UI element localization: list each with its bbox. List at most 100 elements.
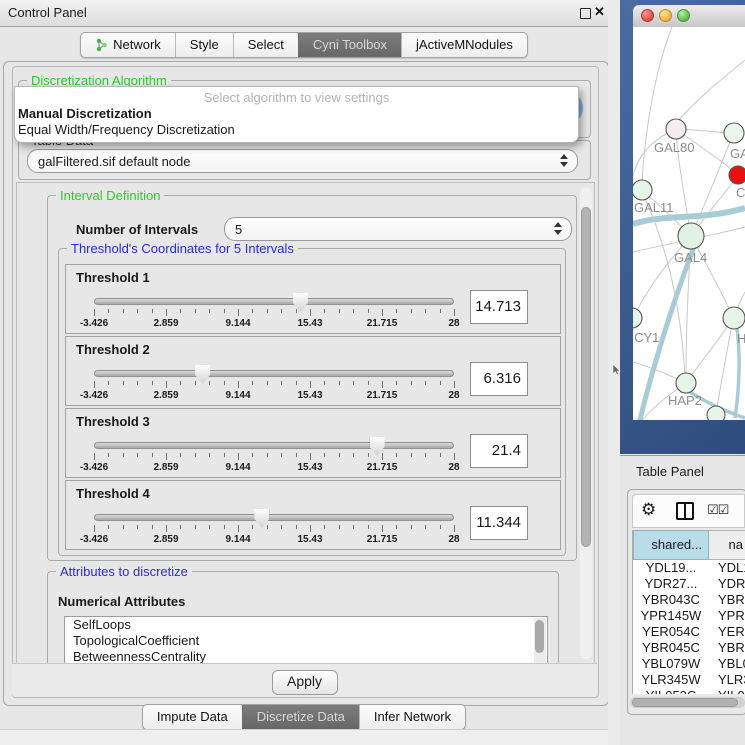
slider-track[interactable] — [94, 442, 454, 449]
attribute-list-item[interactable]: TopologicalCoefficient — [65, 633, 547, 649]
settings-scrollbar-thumb[interactable] — [581, 207, 591, 547]
gear-icon[interactable]: ⚙ — [641, 500, 656, 520]
tab-network[interactable]: Network — [81, 33, 175, 57]
cell-shared-name[interactable]: YDL19... — [633, 560, 709, 576]
float-window-icon[interactable] — [580, 8, 591, 19]
cell-shared-name[interactable]: YLR345W — [633, 672, 709, 688]
close-icon[interactable]: ✕ — [594, 4, 605, 20]
tab-cyni-toolbox[interactable]: Cyni Toolbox — [298, 33, 401, 57]
tab-impute-data[interactable]: Impute Data — [143, 705, 242, 729]
slider-ticks — [94, 381, 454, 389]
node-partial-h[interactable] — [723, 307, 745, 329]
threshold-value-field[interactable]: 6.316 — [470, 362, 528, 396]
cell-shared-name[interactable]: YBR045C — [633, 640, 709, 656]
table-row[interactable]: YDL19...YDL1 — [633, 560, 745, 576]
algorithm-option-equal-width[interactable]: Equal Width/Frequency Discretization — [15, 121, 578, 137]
tab-select[interactable]: Select — [233, 33, 298, 57]
cell-name[interactable]: YPR1 — [709, 608, 745, 624]
cell-shared-name[interactable]: YPR145W — [633, 608, 709, 624]
cell-shared-name[interactable]: YIL052C — [633, 688, 709, 694]
cell-shared-name[interactable]: YBL079W — [633, 656, 709, 672]
cell-name[interactable]: YBR0 — [709, 640, 745, 656]
cell-name[interactable]: YBL0 — [709, 656, 745, 672]
cell-shared-name[interactable]: YBR043C — [633, 592, 709, 608]
tick-mark — [339, 309, 340, 313]
algorithm-option-manual[interactable]: Manual Discretization — [15, 105, 578, 121]
select-columns-checkboxes-icon[interactable]: ☑☑ — [707, 503, 728, 518]
tab-infer-network[interactable]: Infer Network — [359, 705, 465, 729]
node-partial-right-top[interactable] — [724, 123, 744, 143]
columns-icon[interactable] — [676, 502, 694, 520]
node-red-selected[interactable] — [729, 166, 745, 184]
table-row[interactable]: YBR043CYBR0 — [633, 592, 745, 608]
column-header-name[interactable]: na — [709, 530, 745, 560]
node-gal11[interactable] — [633, 180, 652, 200]
node-label-gal11: GAL11 — [634, 200, 674, 215]
table-hscrollbar[interactable] — [630, 697, 745, 708]
node-label-partial-ga: GA — [730, 146, 745, 161]
node-gal4[interactable] — [678, 223, 704, 249]
threshold-value-field[interactable]: 21.4 — [470, 434, 528, 468]
table-row[interactable]: YIL052CYIL0 — [633, 688, 745, 694]
table-hscrollbar-thumb[interactable] — [632, 698, 738, 707]
list-scrollbar-thumb[interactable] — [535, 620, 544, 653]
threshold-slider[interactable]: -3.4262.8599.14415.4321.71528 — [94, 292, 454, 332]
threshold-slider[interactable]: -3.4262.8599.14415.4321.71528 — [94, 436, 454, 476]
tick-mark — [353, 525, 354, 529]
cell-name[interactable]: YIL0 — [709, 688, 745, 694]
table-row[interactable]: YBL079WYBL0 — [633, 656, 745, 672]
table-data-combobox[interactable]: galFiltered.sif default node — [27, 149, 578, 173]
tab-discretize-data[interactable]: Discretize Data — [242, 705, 359, 729]
node-partial-bottom[interactable] — [707, 406, 725, 420]
tick-mark — [94, 525, 95, 532]
close-traffic-light-icon[interactable] — [641, 9, 654, 22]
cell-name[interactable]: YER0 — [709, 624, 745, 640]
tick-mark — [152, 453, 153, 457]
cell-name[interactable]: YDR2 — [709, 576, 745, 592]
tick-mark — [454, 453, 455, 460]
threshold-value-field[interactable]: 14.713 — [470, 290, 528, 324]
node-gcy1[interactable] — [633, 308, 642, 328]
node-hap2[interactable] — [676, 373, 696, 393]
tick-label: -3.426 — [80, 390, 108, 401]
network-canvas[interactable]: GAL80 GA C GAL11 GAL4 GCY1 H HAP2 — [633, 27, 745, 420]
table-row[interactable]: YBR045CYBR0 — [633, 640, 745, 656]
attribute-list[interactable]: SelfLoopsTopologicalCoefficientBetweenne… — [64, 616, 548, 666]
table-row[interactable]: YER054CYER0 — [633, 624, 745, 640]
settings-scrollbar[interactable] — [580, 187, 592, 659]
zoom-traffic-light-icon[interactable] — [677, 9, 690, 22]
slider-track[interactable] — [94, 370, 454, 377]
threshold-value-field[interactable]: 11.344 — [470, 506, 528, 540]
cell-name[interactable]: YLR3 — [709, 672, 745, 688]
number-of-intervals-combobox[interactable]: 5 — [224, 217, 572, 241]
slider-track[interactable] — [94, 298, 454, 305]
minimize-traffic-light-icon[interactable] — [659, 9, 672, 22]
tick-mark — [454, 381, 455, 388]
tick-mark — [296, 525, 297, 529]
cell-shared-name[interactable]: YER054C — [633, 624, 709, 640]
list-scrollbar[interactable] — [534, 618, 546, 666]
tick-mark — [166, 453, 167, 460]
window-title: Control Panel — [8, 5, 87, 20]
threshold-slider[interactable]: -3.4262.8599.14415.4321.71528 — [94, 508, 454, 548]
tick-mark — [411, 525, 412, 529]
column-header-shared-name[interactable]: shared... — [633, 530, 709, 560]
table-row[interactable]: YLR345WYLR3 — [633, 672, 745, 688]
attribute-list-item[interactable]: SelfLoops — [65, 617, 547, 633]
tab-jactivemnodules[interactable]: jActiveMNodules — [401, 33, 527, 57]
cell-shared-name[interactable]: YDR27... — [633, 576, 709, 592]
tick-mark — [224, 381, 225, 385]
slider-track[interactable] — [94, 514, 454, 521]
cell-name[interactable]: YDL1 — [709, 560, 745, 576]
table-row[interactable]: YDR27...YDR2 — [633, 576, 745, 592]
table-row[interactable]: YPR145WYPR1 — [633, 608, 745, 624]
tick-mark — [224, 453, 225, 457]
node-gal80[interactable] — [666, 119, 686, 139]
threshold-slider[interactable]: -3.4262.8599.14415.4321.71528 — [94, 364, 454, 404]
node-label-gcy1: GCY1 — [633, 330, 659, 345]
tab-style[interactable]: Style — [175, 33, 233, 57]
cell-name[interactable]: YBR0 — [709, 592, 745, 608]
apply-button[interactable]: Apply — [272, 670, 338, 695]
tick-mark — [209, 381, 210, 385]
tick-mark — [296, 381, 297, 385]
